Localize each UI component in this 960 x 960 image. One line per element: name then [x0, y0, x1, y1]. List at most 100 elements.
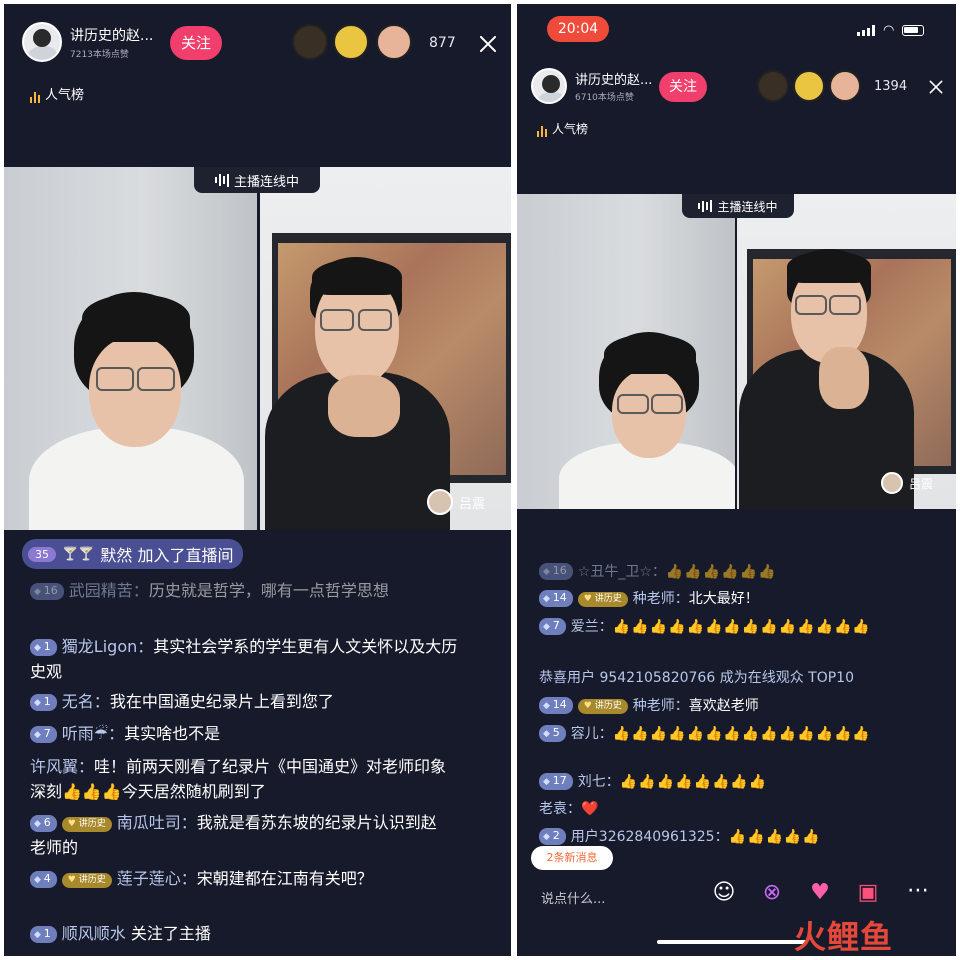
guest-name: 吕震 [459, 496, 486, 512]
level-badge: 35 [28, 546, 56, 562]
link-icon[interactable]: ⊗ [755, 880, 789, 905]
heart-box-icon[interactable]: ♥ [803, 880, 837, 905]
level-badge: 2 [539, 828, 566, 845]
chat-text: 👍👍👍👍👍👍👍👍👍👍👍👍👍👍 [612, 726, 871, 742]
chat-username: 许风翼： [30, 757, 95, 776]
rank-button[interactable]: 人气榜 [537, 120, 588, 137]
level-badge: 7 [30, 726, 57, 743]
signal-icon [857, 25, 875, 36]
chat-message[interactable]: 6讲历史南瓜吐司：我就是看苏东坡的纪录片认识到赵老师的 [30, 810, 450, 860]
host-info[interactable]: 讲历史的赵... 6710本场点赞 [531, 68, 652, 104]
host-name: 讲历史的赵... [575, 73, 653, 88]
chart-bars-icon [30, 91, 40, 103]
chat-username: 獨龙Ligon： [61, 637, 154, 656]
host-info[interactable]: 讲历史的赵... 7213本场点赞 [22, 22, 153, 62]
rank-label: 人气榜 [552, 122, 589, 136]
connect-label: 主播连线中 [233, 174, 299, 190]
chat-username: 用户3262840961325： [570, 829, 729, 845]
chat-message[interactable]: 17刘七：👍👍👍👍👍👍👍👍 [539, 770, 939, 794]
host-avatar[interactable] [531, 68, 567, 104]
chat-message[interactable]: 16武园精苦：历史就是哲学，哪有一点哲学思想 [30, 578, 470, 603]
viewer-count[interactable]: 1394 [874, 79, 907, 94]
follow-button[interactable]: 关注 [170, 26, 222, 60]
chat-text: 👍👍👍👍👍👍👍👍👍👍👍👍👍👍 [612, 619, 871, 635]
comment-input[interactable]: 说点什么... [541, 888, 701, 908]
level-badge: 1 [30, 694, 57, 711]
chart-bars-icon [537, 125, 547, 137]
chat-text: 宋朝建都在江南有关吧？ [196, 869, 373, 888]
chat-message[interactable]: 1无名：我在中国通史纪录片上看到您了 [30, 689, 470, 714]
chat-username: 种老师： [632, 591, 689, 607]
connect-label: 主播连线中 [717, 199, 778, 214]
viewer-count[interactable]: 877 [429, 35, 456, 51]
chat-message[interactable]: 老袁：❤️ [539, 797, 939, 821]
chat-username: 老袁： [539, 801, 581, 817]
close-icon[interactable] [477, 33, 499, 55]
chat-username: 无名： [61, 692, 110, 711]
battery-icon [902, 25, 925, 36]
glass-icon: 🍸🍸 [62, 546, 95, 562]
chat-text: 历史就是哲学，哪有一点哲学思想 [148, 581, 389, 600]
new-messages-button[interactable]: 2条新消息 [531, 846, 613, 870]
chat-username: 听雨☔： [61, 724, 125, 743]
viewer-avatar[interactable] [333, 24, 369, 60]
chat-text: 👍👍👍👍👍👍👍👍 [619, 774, 768, 790]
close-icon[interactable] [927, 78, 945, 96]
host-name: 讲历史的赵... [70, 27, 154, 44]
level-badge: 6 [30, 815, 57, 832]
host-avatar[interactable] [22, 22, 62, 62]
chat-message[interactable]: 4 讲历史莲子莲心：宋朝建都在江南有关吧？ [30, 866, 450, 891]
chat-username: 武园精苦： [68, 581, 149, 600]
viewer-avatar[interactable] [793, 70, 825, 102]
guest-camera: 吕震 [260, 167, 511, 530]
connect-badge: 主播连线中 [682, 194, 794, 218]
rank-label: 人气榜 [45, 88, 85, 103]
level-badge: 1 [30, 926, 57, 943]
chat-message[interactable]: 16☆丑牛_卫☆：👍👍👍👍👍👍 [539, 560, 939, 584]
more-icon[interactable]: ⋯ [901, 878, 935, 903]
smile-icon[interactable]: ☺ [707, 880, 741, 905]
audio-wave-icon [214, 173, 229, 187]
chat-message[interactable]: 1顺风顺水 关注了主播 [30, 921, 470, 946]
level-badge: 14 [539, 590, 573, 607]
chat-text: 我在中国通史纪录片上看到您了 [109, 692, 334, 711]
chat-message[interactable]: 14 讲历史种老师：喜欢赵老师 [539, 694, 939, 718]
chat-text: 关注了主播 [130, 924, 211, 943]
level-badge: 1 [30, 639, 57, 656]
join-notice: 35 🍸🍸 默然 加入了直播间 [22, 539, 244, 569]
viewer-avatar[interactable] [292, 24, 328, 60]
status-icons: ◠ [857, 23, 925, 38]
viewer-avatar[interactable] [829, 70, 861, 102]
host-camera [4, 167, 257, 530]
chat-message[interactable]: 7听雨☔：其实啥也不是 [30, 721, 470, 746]
top10-notice: 恭喜用户 9542105820766 成为在线观众 TOP10 [539, 666, 949, 690]
chat-message[interactable]: 许风翼：哇！前两天刚看了纪录片《中国通史》对老师印象深刻👍👍👍今天居然随机刷到了 [30, 754, 450, 804]
host-person [29, 292, 244, 530]
right-screenshot: 20:04 ◠ 讲历史的赵... 6710本场点赞 关注 1394 人气榜 吕震… [517, 4, 956, 956]
audio-wave-icon [698, 200, 713, 212]
guest-tag[interactable]: 吕震 [881, 472, 933, 494]
chat-message[interactable]: 14 讲历史种老师：北大最好！ [539, 587, 939, 611]
level-badge: 5 [539, 725, 566, 742]
wifi-icon: ◠ [883, 23, 895, 38]
chat-username: 种老师： [632, 698, 689, 714]
level-badge: 17 [539, 773, 573, 790]
chat-message[interactable]: 1獨龙Ligon：其实社会学系的学生更有人文关怀以及大历史观 [30, 634, 470, 684]
guest-tag[interactable]: 吕震 [427, 489, 485, 515]
chat-username: 南瓜吐司： [116, 813, 197, 832]
viewer-avatar[interactable] [376, 24, 412, 60]
chat-message[interactable]: 5容儿：👍👍👍👍👍👍👍👍👍👍👍👍👍👍 [539, 722, 899, 746]
gift-icon[interactable]: ▣ [851, 880, 885, 905]
viewer-avatar[interactable] [757, 70, 789, 102]
guest-avatar [427, 489, 453, 515]
host-likes: 7213本场点赞 [70, 49, 129, 60]
chat-text: 其实啥也不是 [124, 724, 221, 743]
status-time: 20:04 [547, 16, 609, 42]
chat-username: 莲子莲心： [116, 869, 197, 888]
home-indicator[interactable] [657, 940, 807, 944]
host-person [559, 332, 735, 509]
chat-message[interactable]: 7爱兰：👍👍👍👍👍👍👍👍👍👍👍👍👍👍 [539, 615, 899, 639]
rank-button[interactable]: 人气榜 [30, 84, 84, 103]
chat-text: 北大最好！ [688, 591, 759, 607]
follow-button[interactable]: 关注 [659, 72, 707, 102]
